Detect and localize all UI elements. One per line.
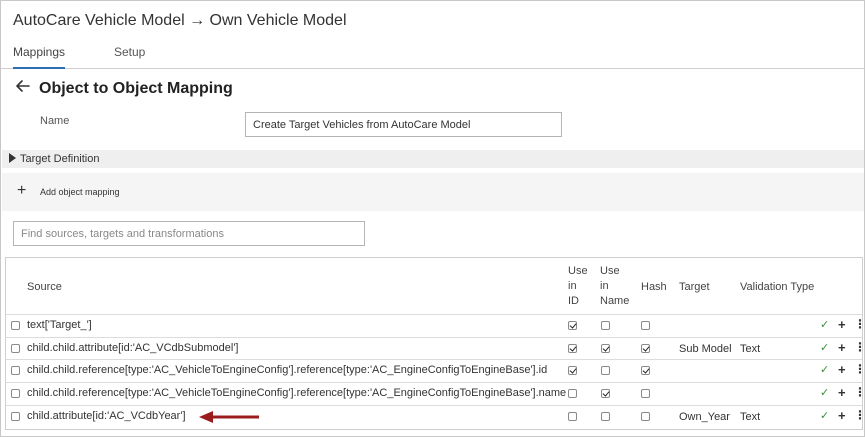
add-icon[interactable]: + (838, 408, 846, 423)
back-arrow-icon[interactable] (15, 78, 31, 94)
more-options-icon[interactable]: ⋮ (854, 362, 864, 376)
name-label: Name (40, 115, 70, 127)
hash-checkbox[interactable] (641, 389, 650, 398)
row-source: child.child.attribute[id:'AC_VCdbSubmode… (27, 342, 239, 354)
check-icon[interactable]: ✓ (820, 409, 829, 422)
hash-checkbox[interactable] (641, 344, 650, 353)
header-hash: Hash (641, 281, 667, 293)
plus-icon: + (17, 182, 27, 199)
check-icon[interactable]: ✓ (820, 341, 829, 354)
table-row: child.child.reference[type:'AC_VehicleTo… (6, 359, 864, 381)
row-select-checkbox[interactable] (11, 389, 20, 398)
header-source: Source (27, 281, 62, 293)
more-options-icon[interactable]: ⋮ (854, 340, 864, 354)
add-icon[interactable]: + (838, 362, 846, 377)
target-definition-toggle[interactable]: Target Definition (2, 150, 864, 168)
add-icon[interactable]: + (838, 385, 846, 400)
row-source: child.child.reference[type:'AC_VehicleTo… (27, 387, 567, 399)
table-row: text['Target_'] ✓ + ⋮ (6, 314, 864, 336)
name-input[interactable] (245, 112, 562, 137)
hash-checkbox[interactable] (641, 366, 650, 375)
use-in-id-checkbox[interactable] (568, 366, 577, 375)
header-validation-type: Validation Type (740, 281, 815, 293)
target-definition-label: Target Definition (20, 153, 100, 165)
tab-setup[interactable]: Setup (114, 45, 145, 69)
header-use-in-id: Use in ID (568, 265, 588, 307)
expand-triangle-icon (9, 153, 16, 163)
row-select-checkbox[interactable] (11, 321, 20, 330)
add-object-mapping-button[interactable]: + Add object mapping (2, 173, 864, 211)
table-row: child.child.reference[type:'AC_VehicleTo… (6, 382, 864, 404)
tab-bar: Mappings Setup (1, 43, 864, 69)
more-options-icon[interactable]: ⋮ (854, 408, 864, 422)
table-row: child.child.attribute[id:'AC_VCdbSubmode… (6, 337, 864, 359)
add-icon[interactable]: + (838, 340, 846, 355)
row-validation-type: Text (740, 411, 761, 423)
page-title: Object to Object Mapping (39, 80, 233, 97)
row-select-checkbox[interactable] (11, 344, 20, 353)
row-validation-type: Text (740, 343, 761, 355)
use-in-id-checkbox[interactable] (568, 389, 577, 398)
use-in-name-checkbox[interactable] (601, 344, 610, 353)
table-row: child.attribute[id:'AC_VCdbYear'] Own_Ye… (6, 405, 864, 427)
row-target: Sub Model (679, 343, 732, 355)
use-in-name-checkbox[interactable] (601, 412, 610, 421)
check-icon[interactable]: ✓ (820, 318, 829, 331)
row-source: text['Target_'] (27, 319, 92, 331)
header-target: Target (679, 281, 710, 293)
check-icon[interactable]: ✓ (820, 363, 829, 376)
more-options-icon[interactable]: ⋮ (854, 385, 864, 399)
mapping-grid: Source Use in ID Use in Name Hash Target… (5, 257, 864, 430)
add-icon[interactable]: + (838, 317, 846, 332)
header-use-in-name: Use in Name (600, 265, 630, 307)
app-window: AutoCare Vehicle Model → Own Vehicle Mod… (0, 0, 865, 437)
use-in-id-checkbox[interactable] (568, 412, 577, 421)
more-options-icon[interactable]: ⋮ (854, 317, 864, 331)
use-in-name-checkbox[interactable] (601, 321, 610, 330)
annotation-arrow-icon (199, 411, 259, 423)
add-object-mapping-label: Add object mapping (40, 187, 120, 197)
search-input[interactable] (13, 221, 365, 246)
row-source: child.child.reference[type:'AC_VehicleTo… (27, 364, 548, 376)
row-target: Own_Year (679, 411, 730, 423)
app-title: AutoCare Vehicle Model → Own Vehicle Mod… (13, 12, 347, 29)
use-in-name-checkbox[interactable] (601, 389, 610, 398)
row-source: child.attribute[id:'AC_VCdbYear'] (27, 410, 186, 422)
hash-checkbox[interactable] (641, 321, 650, 330)
use-in-name-checkbox[interactable] (601, 366, 610, 375)
row-select-checkbox[interactable] (11, 366, 20, 375)
tab-mappings[interactable]: Mappings (13, 45, 65, 69)
row-select-checkbox[interactable] (11, 412, 20, 421)
use-in-id-checkbox[interactable] (568, 321, 577, 330)
check-icon[interactable]: ✓ (820, 386, 829, 399)
hash-checkbox[interactable] (641, 412, 650, 421)
use-in-id-checkbox[interactable] (568, 344, 577, 353)
